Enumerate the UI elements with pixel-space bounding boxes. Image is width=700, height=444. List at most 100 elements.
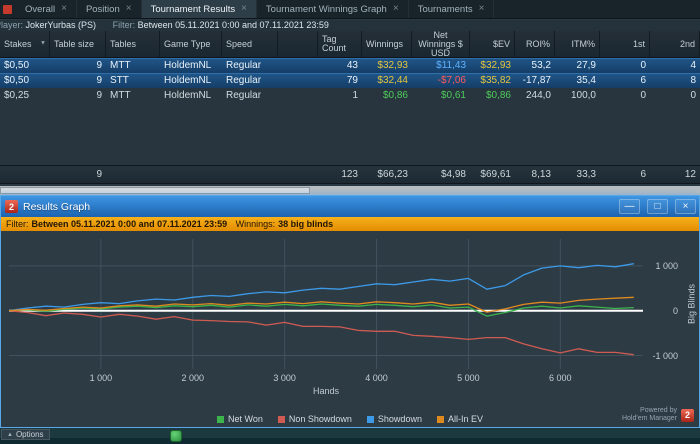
column-header-second[interactable]: 2nd xyxy=(650,31,700,57)
legend-label: Showdown xyxy=(377,414,422,424)
y-axis-tick: 1 000 xyxy=(655,260,678,271)
popup-filter-value: Between 05.11.2021 0:00 and 07.11.2021 2… xyxy=(31,219,228,229)
column-header-speed[interactable]: Speed xyxy=(222,31,278,57)
tab-close-icon[interactable]: × xyxy=(241,4,247,14)
cell-stakes: $0,50 xyxy=(4,75,30,86)
minimize-button[interactable]: — xyxy=(619,199,640,214)
summary-cell-first: 6 xyxy=(640,169,646,180)
powered-by-line2: Hold'em Manager xyxy=(621,415,677,422)
popup-filter-label: Filter: xyxy=(6,219,29,229)
cell-roi: 244,0 xyxy=(525,90,551,101)
tab-close-icon[interactable]: × xyxy=(126,4,132,14)
tab-position[interactable]: Position × xyxy=(77,0,142,18)
taskbar-strip xyxy=(0,438,700,444)
summary-cell-ev: $69,61 xyxy=(480,169,511,180)
tab-tournament-winnings-graph[interactable]: Tournament Winnings Graph × xyxy=(257,0,409,18)
legend-label: Non Showdown xyxy=(288,414,352,424)
legend-label: Net Won xyxy=(228,414,263,424)
tab-close-icon[interactable]: × xyxy=(479,4,485,14)
cell-game-type: HoldemNL xyxy=(164,90,212,101)
maximize-button[interactable]: □ xyxy=(647,199,668,214)
column-filter-dropdown-icon[interactable]: ▼ xyxy=(40,40,46,49)
cell-spacer xyxy=(278,88,318,103)
summary-cell-speed xyxy=(222,166,278,184)
cell-roi: 53,2 xyxy=(531,60,551,71)
column-header-game-type[interactable]: Game Type xyxy=(160,31,222,57)
column-header-tables[interactable]: Tables xyxy=(106,31,160,57)
column-header-ev[interactable]: $EV xyxy=(470,31,515,57)
legend-swatch xyxy=(217,415,225,423)
tab-tournaments[interactable]: Tournaments × xyxy=(409,0,495,18)
filter-value: Between 05.11.2021 0:00 and 07.11.2021 2… xyxy=(137,20,329,30)
y-axis-ticks: 1 000 0 -1 000 xyxy=(646,239,678,369)
cell-winnings: $0,86 xyxy=(382,90,408,101)
table-row[interactable]: $0,50 9 STT HoldemNL Regular 79 $32,44 -$7,06 $3… xyxy=(0,73,700,88)
cell-tag-count: 1 xyxy=(352,90,358,101)
results-graph-canvas xyxy=(8,239,643,369)
cell-game-type: HoldemNL xyxy=(164,75,212,86)
x-axis-tick: 6 000 xyxy=(549,373,572,383)
cell-stakes: $0,50 xyxy=(4,60,30,71)
cell-winnings: $32,93 xyxy=(377,60,408,71)
cell-table-size: 9 xyxy=(96,75,102,86)
scrollbar-thumb[interactable] xyxy=(0,187,310,194)
taskbar-app-icon[interactable] xyxy=(170,430,182,442)
column-header-itm[interactable]: ITM% xyxy=(555,31,600,57)
y-axis-label: Big Blinds xyxy=(686,283,697,325)
app-icon xyxy=(3,5,12,14)
x-axis-tick: 4 000 xyxy=(365,373,388,383)
column-header-winnings[interactable]: Winnings xyxy=(362,31,412,57)
window-titlebar[interactable]: 2 Results Graph — □ × xyxy=(1,196,699,217)
bottom-bar: ▲ Options xyxy=(0,428,700,444)
cell-tables: MTT xyxy=(110,90,131,101)
table-summary-row: 9 123 $66,23 $4,98 $69,61 8,13 33,3 6 12 xyxy=(0,165,700,184)
column-header-tag-count[interactable]: Tag Count xyxy=(318,31,362,57)
close-button[interactable]: × xyxy=(675,199,696,214)
legend-swatch xyxy=(436,415,444,423)
summary-cell-net-winnings: $4,98 xyxy=(440,169,466,180)
cell-first: 0 xyxy=(640,90,646,101)
options-button[interactable]: ▲ Options xyxy=(1,429,50,440)
cell-table-size: 9 xyxy=(96,90,102,101)
cell-first: 6 xyxy=(640,75,646,86)
summary-cell-tables xyxy=(106,166,160,184)
cell-second: 0 xyxy=(690,90,696,101)
column-header-table-size[interactable]: Table size xyxy=(50,31,106,57)
tab-label: Tournaments xyxy=(417,3,473,15)
chart-plot-area xyxy=(8,239,643,369)
summary-cell-stakes xyxy=(0,166,50,184)
cell-spacer xyxy=(278,58,318,73)
tab-close-icon[interactable]: × xyxy=(61,4,67,14)
tab-close-icon[interactable]: × xyxy=(393,4,399,14)
results-graph: 1 000 2 000 3 000 4 000 5 000 6 000 Hands 1 0… xyxy=(1,231,699,427)
cell-game-type: HoldemNL xyxy=(164,60,212,71)
legend-swatch xyxy=(277,415,285,423)
cell-second: 8 xyxy=(690,75,696,86)
column-header-net-winnings[interactable]: Net Winnings $ USD xyxy=(412,31,470,57)
popup-winnings-value: 38 big blinds xyxy=(278,219,334,229)
column-header-spacer[interactable] xyxy=(278,31,318,57)
y-axis-tick: -1 000 xyxy=(652,350,678,361)
column-header-stakes[interactable]: Stakes ▼ xyxy=(0,31,50,57)
tab-bar: Overall × Position × Tournament Results × Tour… xyxy=(0,0,700,19)
triangle-up-icon: ▲ xyxy=(7,431,13,438)
x-axis-tick: 3 000 xyxy=(273,373,296,383)
tab-overall[interactable]: Overall × xyxy=(16,0,77,18)
table-header: Stakes ▼ Table size Tables Game Type Speed Tag… xyxy=(0,31,700,58)
tab-label: Position xyxy=(85,3,120,15)
table-row[interactable]: $0,25 9 MTT HoldemNL Regular 1 $0,86 $0,61 $0,86… xyxy=(0,88,700,103)
cell-itm: 35,4 xyxy=(576,75,596,86)
summary-cell-table-size: 9 xyxy=(96,169,102,180)
cell-second: 4 xyxy=(690,60,696,71)
tab-tournament-results[interactable]: Tournament Results × xyxy=(141,0,257,18)
legend-label: All-In EV xyxy=(447,414,483,424)
summary-cell-roi: 8,13 xyxy=(531,169,551,180)
cell-itm: 100,0 xyxy=(570,90,596,101)
powered-by: Powered by Hold'em Manager 2 xyxy=(622,407,694,423)
horizontal-scrollbar[interactable] xyxy=(0,186,700,195)
column-header-roi[interactable]: ROI% xyxy=(515,31,555,57)
column-header-first[interactable]: 1st xyxy=(600,31,650,57)
cell-speed: Regular xyxy=(226,90,262,101)
popup-winnings-label: Winnings: xyxy=(235,219,276,229)
table-row[interactable]: $0,50 9 MTT HoldemNL Regular 43 $32,93 $11,43 $3… xyxy=(0,58,700,73)
